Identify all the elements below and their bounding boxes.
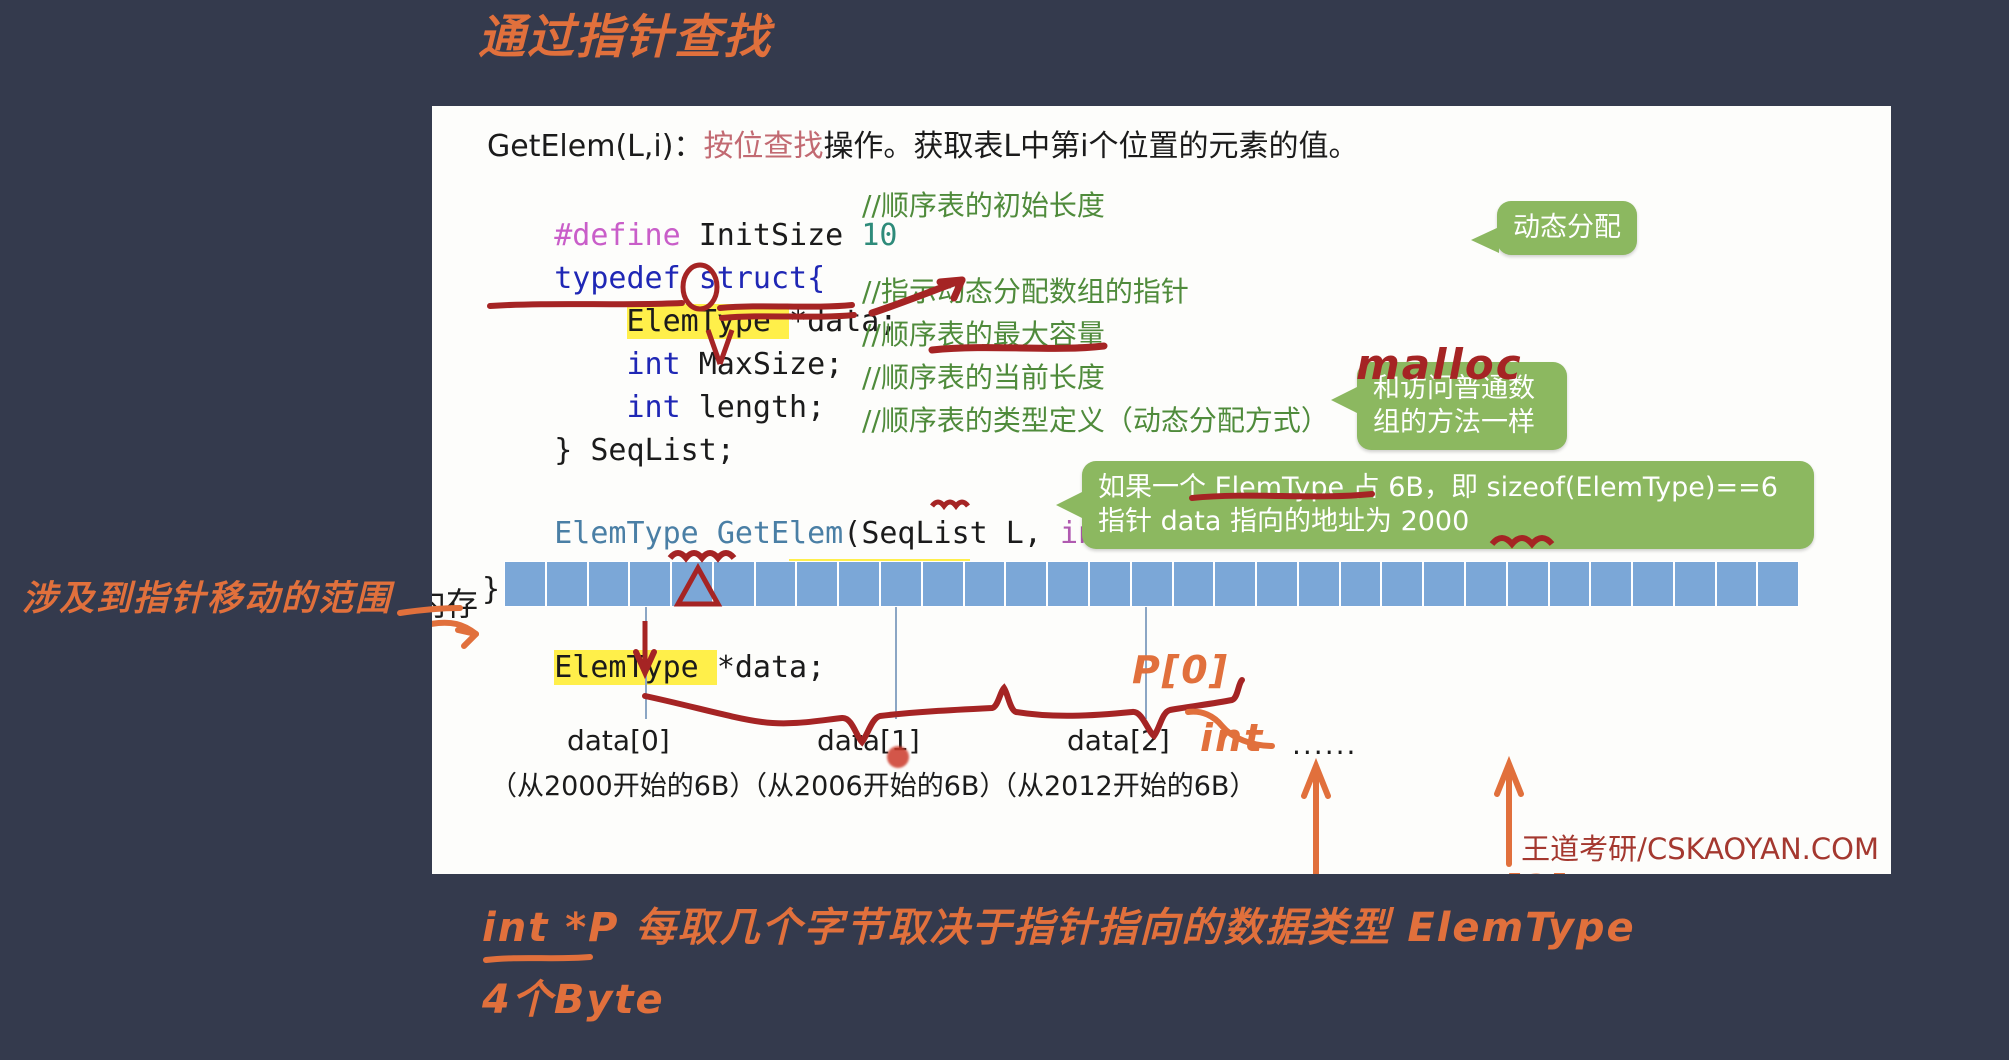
- memory-cell: [712, 561, 755, 607]
- callout-tail-icon: [1056, 491, 1084, 519]
- memory-label: 内存: [432, 585, 479, 623]
- callout-tail-icon: [1471, 227, 1499, 253]
- pointer-line-data1: [895, 607, 897, 719]
- callout-text-line2: 指针 data 指向的地址为 2000: [1098, 505, 1470, 537]
- memory-cells-row: 内存: [432, 561, 1800, 623]
- code-decl-pointer: ElemType *data;: [482, 623, 825, 713]
- memory-sub-data1: （从2006开始的6B）: [740, 771, 1007, 802]
- code-line-5: } SeqList;: [482, 406, 735, 496]
- callout-text-line2: 组的方法一样: [1373, 406, 1535, 438]
- memory-cell: [1297, 561, 1340, 607]
- code-comment-1: //指示动态分配数组的指针: [862, 275, 1189, 308]
- memory-cell: [838, 561, 881, 607]
- pointer-line-data0: [645, 607, 647, 719]
- underline-int-bottom: [483, 954, 593, 963]
- code-comment-2: //顺序表的最大容量: [862, 318, 1105, 351]
- slide-canvas: GetElem(L,i)：按位查找操作。获取表L中第i个位置的元素的值。 #de…: [432, 106, 1891, 874]
- memory-cell: [880, 561, 922, 607]
- memory-cell: [1715, 561, 1758, 607]
- headline-rest: 操作。获取表L中第i个位置的元素的值。: [823, 129, 1359, 164]
- memory-tag-data2: data[2]: [1067, 724, 1170, 757]
- memory-cell: [629, 561, 672, 607]
- callout-text: 动态分配: [1513, 212, 1621, 243]
- decl-rest: *data;: [716, 650, 826, 685]
- handwritten-int: int: [1200, 716, 1265, 760]
- memory-cell: [1673, 561, 1716, 607]
- code-comment-3: //顺序表的当前长度: [862, 361, 1105, 394]
- memory-cell: [504, 561, 546, 607]
- memory-cell: [921, 561, 964, 607]
- arrow-left-note-head: [455, 627, 479, 649]
- memory-cell: [1590, 561, 1633, 607]
- memory-cell: [754, 561, 797, 607]
- handwritten-p0: P[0]: [1132, 648, 1230, 692]
- memory-cell: [1381, 561, 1424, 607]
- memory-cell: [587, 561, 630, 607]
- memory-cell: [1506, 561, 1549, 607]
- memory-cell: [1464, 561, 1507, 607]
- headline-prefix: GetElem(L,i)：: [487, 129, 704, 164]
- memory-cell: [1005, 561, 1048, 607]
- cursor-dot: [887, 746, 909, 768]
- memory-cell: [545, 561, 588, 607]
- memory-ellipsis: ......: [1292, 728, 1358, 761]
- handwritten-bottom-line1: int *P 每取几个字节取决于指针指向的数据类型 ElemType: [482, 905, 1636, 951]
- memory-tag-data0: data[0]: [567, 724, 670, 757]
- code-comment-4: //顺序表的类型定义（动态分配方式）: [862, 404, 1329, 437]
- headline-highlight-red: 按位查找: [703, 129, 824, 164]
- decl-type-highlighted: ElemType: [554, 650, 717, 685]
- memory-cell: [1632, 561, 1674, 607]
- memory-cell: [1088, 561, 1131, 607]
- memory-cell: [1339, 561, 1382, 607]
- page-title-handwritten: 通过指针查找: [478, 10, 772, 65]
- memory-cell: [1172, 561, 1215, 607]
- memory-cell: [1130, 561, 1173, 607]
- handwritten-left-note: 涉及到指针移动的范围: [22, 579, 393, 619]
- code-seg: 10: [861, 218, 898, 253]
- memory-sub-data2: （从2012开始的6B）: [990, 771, 1257, 802]
- callout-dynamic-allocation: 动态分配: [1471, 201, 1637, 255]
- handwritten-malloc: malloc: [1356, 340, 1523, 389]
- slide-headline: GetElem(L,i)：按位查找操作。获取表L中第i个位置的元素的值。: [487, 121, 1359, 165]
- memory-cell: [963, 561, 1006, 607]
- callout-text-line1: 如果一个 ElemType 占 6B，即 sizeof(ElemType)==6: [1098, 472, 1778, 503]
- arrow-p1-head: [1301, 757, 1331, 799]
- handwritten-bottom-line2: 4个Byte: [482, 977, 665, 1023]
- memory-cell: [1214, 561, 1257, 607]
- callout-elemtype-size: 如果一个 ElemType 占 6B，即 sizeof(ElemType)==6…: [1056, 461, 1814, 549]
- callout-tail-icon: [1331, 386, 1359, 414]
- memory-cell: [671, 561, 713, 607]
- handwritten-p2: P[2]: [1475, 871, 1567, 875]
- memory-cell: [1047, 561, 1089, 607]
- memory-cell: [1256, 561, 1298, 607]
- code-func-close: }: [482, 572, 501, 607]
- memory-cell: [1423, 561, 1465, 607]
- memory-cell: [1548, 561, 1591, 607]
- watermark: 王道考研/CSKAOYAN.COM: [1521, 832, 1879, 866]
- arrow-p2-head: [1494, 755, 1524, 797]
- code-comment-0: //顺序表的初始长度: [862, 189, 1105, 222]
- memory-cell: [1757, 561, 1800, 607]
- memory-sub-data0: （从2000开始的6B）: [490, 771, 757, 802]
- code-seg: } SeqList;: [554, 433, 735, 468]
- memory-cell: [796, 561, 839, 607]
